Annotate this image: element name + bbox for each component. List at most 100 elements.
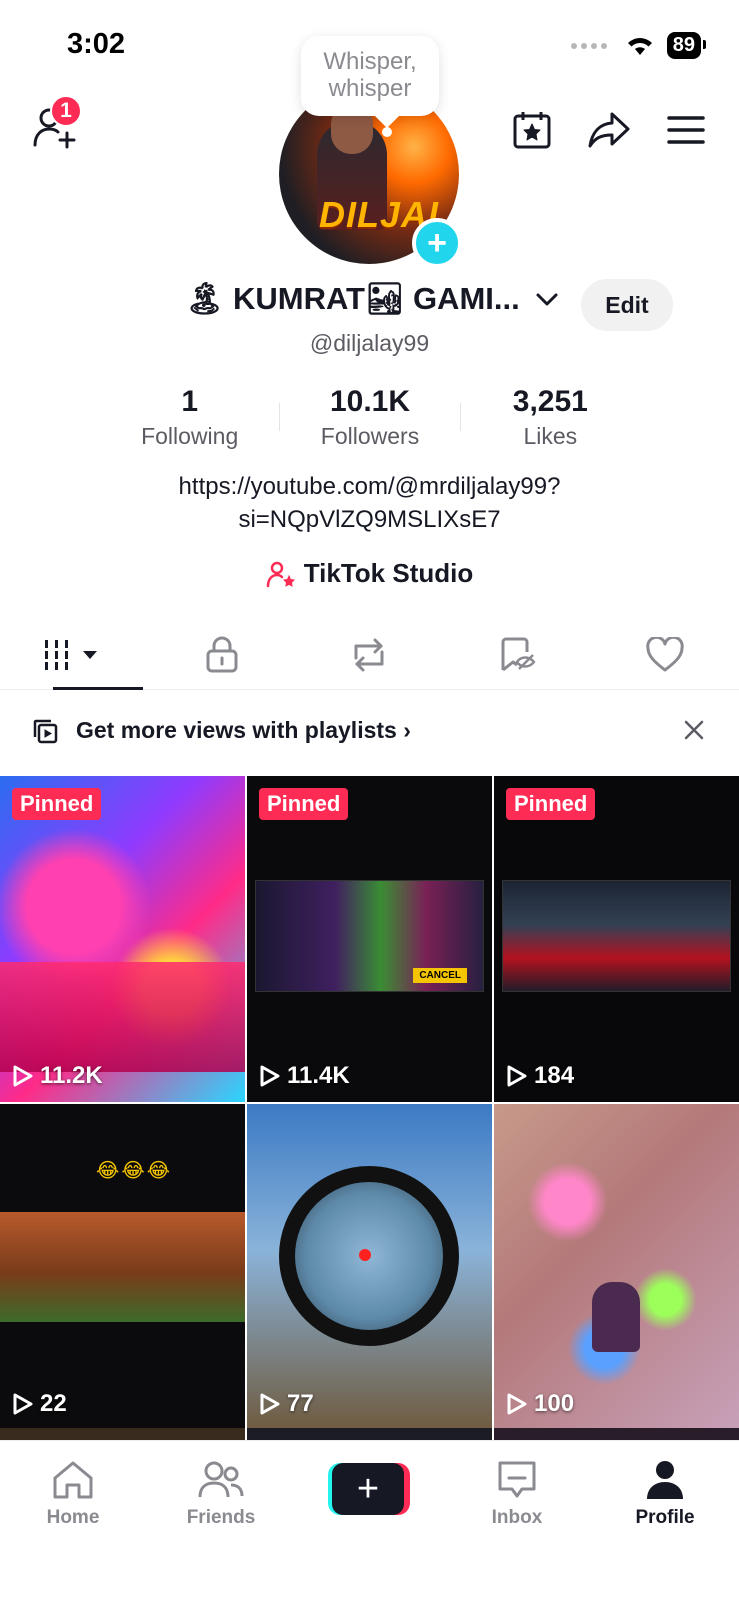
video-thumbnail[interactable]: 😂😂😂 22 [0,1104,245,1430]
grid-icon [44,639,97,670]
video-grid: Pinned 11.2K CANCEL Pinned 11.4K Pinned … [0,776,739,1430]
nickname-row[interactable]: 🏝 KUMRAT🏜 GAMI... [185,280,562,317]
playlist-banner-label: Get more views with playlists [76,717,397,743]
view-count: 184 [506,1062,574,1090]
nav-friends[interactable]: Friends [166,1459,276,1529]
pinned-badge: Pinned [259,788,349,820]
calendar-star-icon [513,112,551,149]
home-icon [53,1461,93,1499]
wifi-icon [627,37,652,55]
tab-favorites[interactable] [443,620,591,689]
stat-label: Followers [320,423,420,449]
view-count: 11.4K [259,1062,350,1090]
tab-liked[interactable] [591,620,739,689]
video-thumbnail[interactable]: Pinned 11.2K [0,776,245,1102]
stat-label: Likes [523,423,578,449]
bio-line: si=NQpVlZQ9MSLIXsE7 [238,506,501,533]
battery-icon: 89 [666,32,707,59]
view-count-value: 100 [534,1390,575,1417]
playlist-icon [33,719,58,744]
play-icon [507,1393,527,1415]
hamburger-menu-icon [667,116,705,144]
share-profile-button[interactable] [586,108,632,152]
signal-icon [570,42,607,49]
play-icon [260,1393,280,1415]
stat-following[interactable]: 1 Following [100,385,279,450]
play-icon [13,1393,33,1415]
friends-icon [198,1461,244,1498]
partial-video-row [0,1428,739,1440]
nav-inbox[interactable]: Inbox [462,1459,572,1529]
content-tabs [0,620,739,690]
nav-label: Inbox [491,1507,543,1528]
close-icon[interactable] [683,719,705,741]
whisper-bubble[interactable]: Whisper, whisper [301,36,439,128]
scope-dot [359,1249,371,1261]
pinned-badge: Pinned [12,788,102,820]
profile-stats: 1 Following 10.1K Followers 3,251 Likes [100,385,640,450]
thumbnail-overlay-text: CANCEL [413,968,467,983]
chevron-down-icon[interactable] [532,284,562,314]
nav-label: Profile [635,1507,695,1528]
stat-likes[interactable]: 3,251 Likes [461,385,640,450]
inbox-icon [498,1461,536,1498]
heart-icon [646,636,684,671]
username: @diljalay99 [309,330,430,356]
video-thumbnail[interactable]: 77 [247,1104,492,1430]
add-avatar-button[interactable]: + [412,218,462,268]
video-thumbnail[interactable]: 100 [494,1104,739,1430]
view-count: 11.2K [12,1062,103,1090]
stat-value: 1 [181,385,198,418]
whisper-dot [382,127,392,137]
video-thumbnail[interactable]: Pinned 184 [494,776,739,1102]
play-icon [507,1065,527,1087]
nav-label: Home [46,1507,100,1528]
thumbnail-art [0,1212,245,1322]
playlist-banner-text: Get more views with playlists › [76,717,411,743]
edit-profile-button[interactable]: Edit [581,279,673,331]
stat-label: Following [141,423,239,449]
bottom-navigation: Home Friends + Inbox Profile [0,1440,739,1600]
menu-button[interactable] [666,112,706,148]
repost-icon [354,638,384,671]
view-count-value: 77 [287,1390,314,1417]
nav-label: Friends [186,1507,256,1528]
thumbnail-art [0,962,245,1072]
share-arrow-icon [588,112,630,148]
bookmark-eye-icon [501,637,536,671]
profile-icon [647,1461,683,1499]
create-button[interactable]: + [328,1463,410,1515]
tab-videos[interactable] [0,620,148,690]
view-count: 77 [259,1390,314,1418]
play-icon [13,1065,33,1087]
tab-reposts[interactable] [296,620,444,689]
nickname: 🏝 KUMRAT🏜 GAMI... [185,281,520,316]
view-count-value: 22 [40,1390,67,1417]
nav-profile[interactable]: Profile [610,1459,720,1529]
stat-value: 10.1K [329,385,411,418]
stat-value: 3,251 [512,385,588,418]
view-count: 22 [12,1390,67,1418]
status-indicators: 89 [570,32,707,59]
notification-badge: 1 [50,95,82,127]
emoji-overlay: 😂😂😂 [96,1160,173,1182]
lock-icon [206,636,238,672]
video-thumbnail[interactable]: CANCEL Pinned 11.4K [247,776,492,1102]
bio-line: https://youtube.com/@mrdiljalay99? [178,473,561,500]
playlist-banner[interactable]: Get more views with playlists › [0,695,739,765]
tiktok-studio-link[interactable]: TikTok Studio [0,558,739,589]
thumbnail-art [592,1282,640,1352]
view-count-value: 11.2K [40,1062,103,1089]
bio-link[interactable]: https://youtube.com/@mrdiljalay99? si=NQ… [0,470,739,536]
studio-label: TikTok Studio [303,558,474,588]
calendar-button[interactable] [510,108,554,152]
view-count-value: 11.4K [287,1062,350,1089]
status-time: 3:02 [67,28,126,60]
tab-private[interactable] [148,620,296,689]
plus-icon: + [332,1463,404,1515]
nav-home[interactable]: Home [18,1459,128,1529]
studio-person-star-icon [266,561,295,587]
pinned-badge: Pinned [506,788,596,820]
stat-followers[interactable]: 10.1K Followers [280,385,459,450]
view-count: 100 [506,1390,574,1418]
